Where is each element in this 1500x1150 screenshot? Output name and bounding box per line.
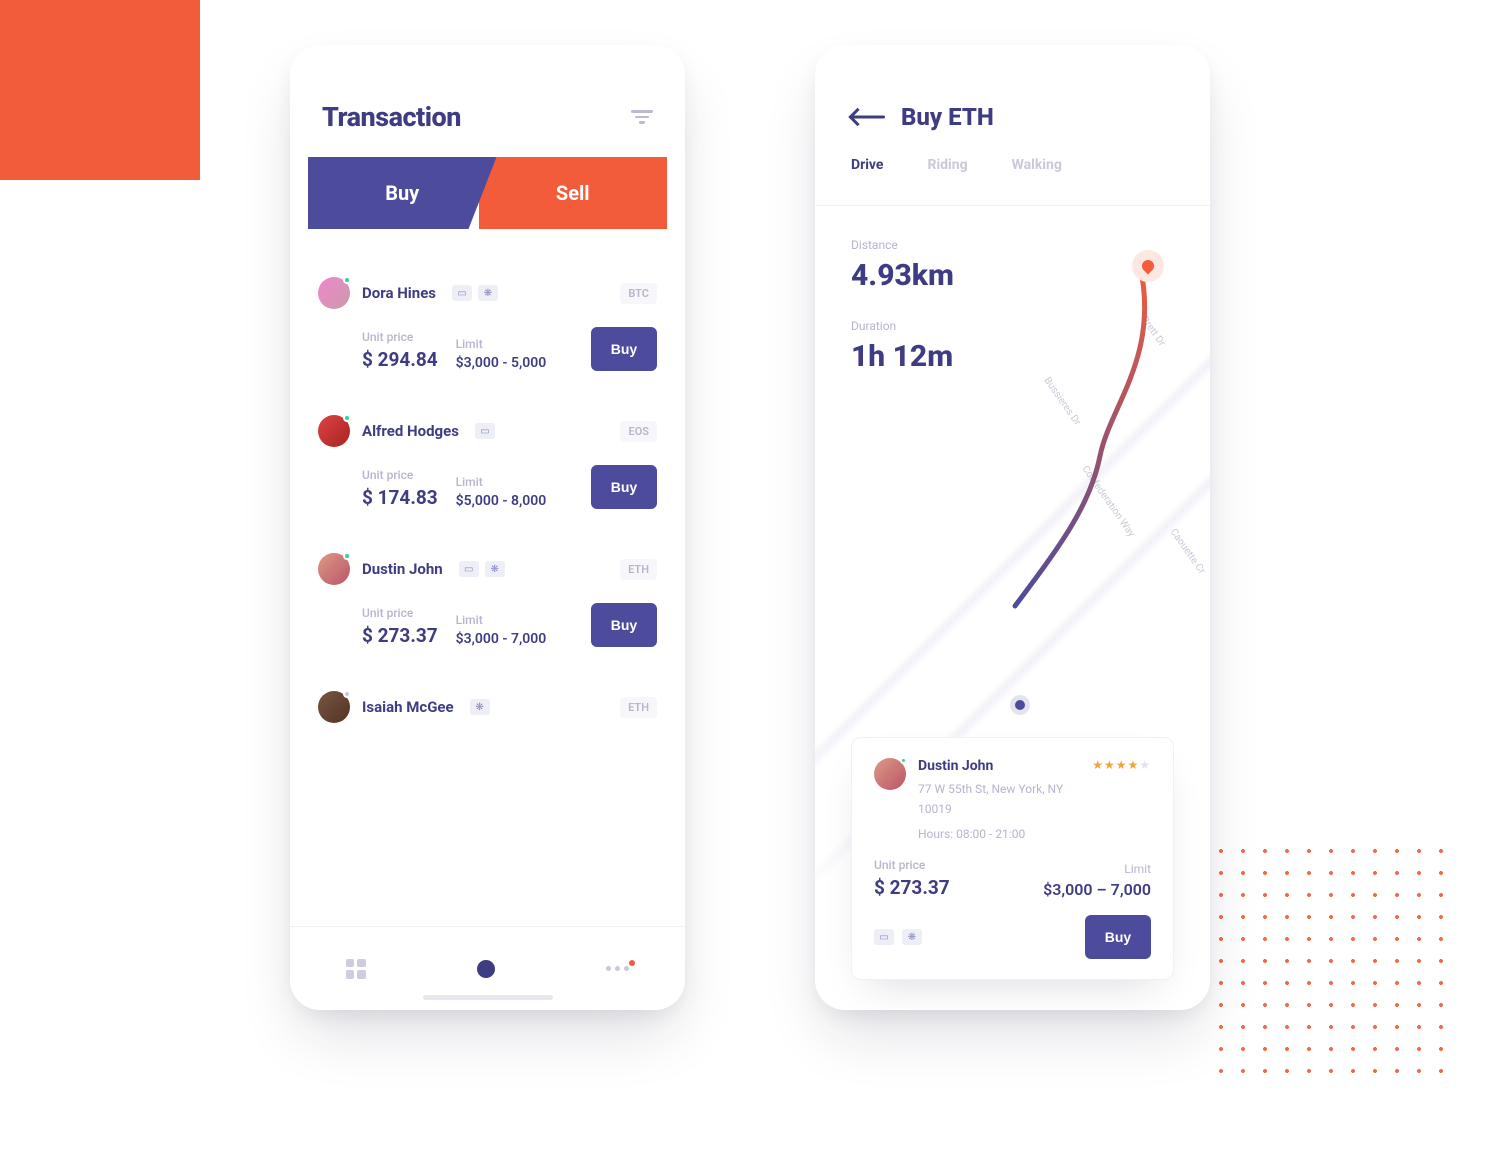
unit-price-value: $ 273.37: [362, 624, 438, 647]
seller-name: Alfred Hodges: [362, 422, 459, 440]
wechat-icon: ❋: [470, 699, 490, 715]
page-title: Buy ETH: [901, 103, 994, 131]
list-item[interactable]: Alfred Hodges ▭ EOS Unit price $ 174.83 …: [308, 397, 667, 531]
segment-sell[interactable]: Sell: [479, 157, 668, 229]
map-pin-start-icon: [1132, 250, 1164, 282]
seller-name: Isaiah McGee: [362, 698, 454, 716]
tab-more-icon[interactable]: [606, 966, 629, 971]
transaction-list: Dora Hines ▭ ❋ BTC Unit price $ 294.84 Li…: [290, 259, 685, 926]
seller-name: Dustin John: [918, 758, 1080, 774]
avatar: [318, 553, 350, 585]
travel-mode-tabs: Drive Riding Walking: [815, 157, 1210, 206]
notification-dot: [629, 960, 635, 966]
seller-hours: Hours: 08:00 - 21:00: [918, 825, 1080, 844]
card-icon: ▭: [874, 929, 894, 945]
wechat-icon: ❋: [902, 929, 922, 945]
limit-label: Limit: [456, 337, 547, 351]
list-item[interactable]: Dustin John ▭ ❋ ETH Unit price $ 273.37 L…: [308, 535, 667, 669]
coin-tag: ETH: [620, 559, 657, 580]
back-icon[interactable]: [851, 110, 885, 124]
seller-name: Dustin John: [362, 560, 443, 578]
limit-value: $3,000 - 7,000: [456, 631, 547, 647]
segment-buy[interactable]: Buy: [308, 157, 497, 229]
limit-value: $5,000 - 8,000: [456, 493, 547, 509]
wechat-icon: ❋: [485, 561, 505, 577]
unit-price-value: $ 294.84: [362, 348, 438, 371]
unit-price-label: Unit price: [874, 858, 1043, 872]
mode-tab-riding[interactable]: Riding: [928, 157, 968, 187]
buy-button[interactable]: Buy: [591, 327, 657, 371]
unit-price-value: $ 273.37: [874, 876, 1043, 899]
limit-value: $3,000 – 7,000: [1043, 880, 1151, 899]
avatar: [874, 758, 906, 790]
page-title: Transaction: [322, 101, 461, 133]
avatar: [318, 277, 350, 309]
unit-price-value: $ 174.83: [362, 486, 438, 509]
avatar: [318, 691, 350, 723]
buy-sell-segmented: Buy Sell: [308, 157, 667, 229]
route-path: [960, 236, 1190, 656]
list-item[interactable]: Dora Hines ▭ ❋ BTC Unit price $ 294.84 Li…: [308, 259, 667, 393]
seller-card: Dustin John 77 W 55th St, New York, NY 1…: [851, 737, 1174, 980]
filter-icon[interactable]: [631, 108, 653, 126]
limit-value: $3,000 - 5,000: [456, 355, 547, 371]
map-area: Distance 4.93km Duration 1h 12m Brett Dr…: [815, 206, 1210, 1010]
limit-label: Limit: [456, 475, 547, 489]
buy-button[interactable]: Buy: [591, 465, 657, 509]
phone-buy-detail: Buy ETH Drive Riding Walking Distance 4.93…: [815, 45, 1210, 1010]
coin-tag: EOS: [620, 421, 657, 442]
unit-price-label: Unit price: [362, 606, 438, 620]
mode-tab-drive[interactable]: Drive: [851, 157, 884, 187]
buy-button[interactable]: Buy: [1085, 915, 1151, 959]
coin-tag: ETH: [620, 697, 657, 718]
card-icon: ▭: [459, 561, 479, 577]
buy-button[interactable]: Buy: [591, 603, 657, 647]
map-pin-end-icon: [1015, 700, 1025, 710]
list-item[interactable]: Isaiah McGee ❋ ETH: [308, 673, 667, 745]
tab-grid-icon[interactable]: [346, 959, 366, 979]
phone-transaction: Transaction Buy Sell Dora Hines ▭ ❋ BTC U…: [290, 45, 685, 1010]
avatar: [318, 415, 350, 447]
bottom-tabbar: [290, 926, 685, 1010]
unit-price-label: Unit price: [362, 468, 438, 482]
wechat-icon: ❋: [478, 285, 498, 301]
tab-center-icon[interactable]: [477, 960, 495, 978]
mode-tab-walking[interactable]: Walking: [1012, 157, 1062, 187]
rating-stars: ★★★★★: [1092, 758, 1151, 844]
limit-label: Limit: [1043, 862, 1151, 876]
seller-name: Dora Hines: [362, 284, 436, 302]
unit-price-label: Unit price: [362, 330, 438, 344]
coin-tag: BTC: [620, 283, 657, 304]
card-icon: ▭: [475, 423, 495, 439]
seller-address: 77 W 55th St, New York, NY 10019: [918, 780, 1080, 818]
home-indicator: [423, 995, 553, 1000]
limit-label: Limit: [456, 613, 547, 627]
card-icon: ▭: [452, 285, 472, 301]
